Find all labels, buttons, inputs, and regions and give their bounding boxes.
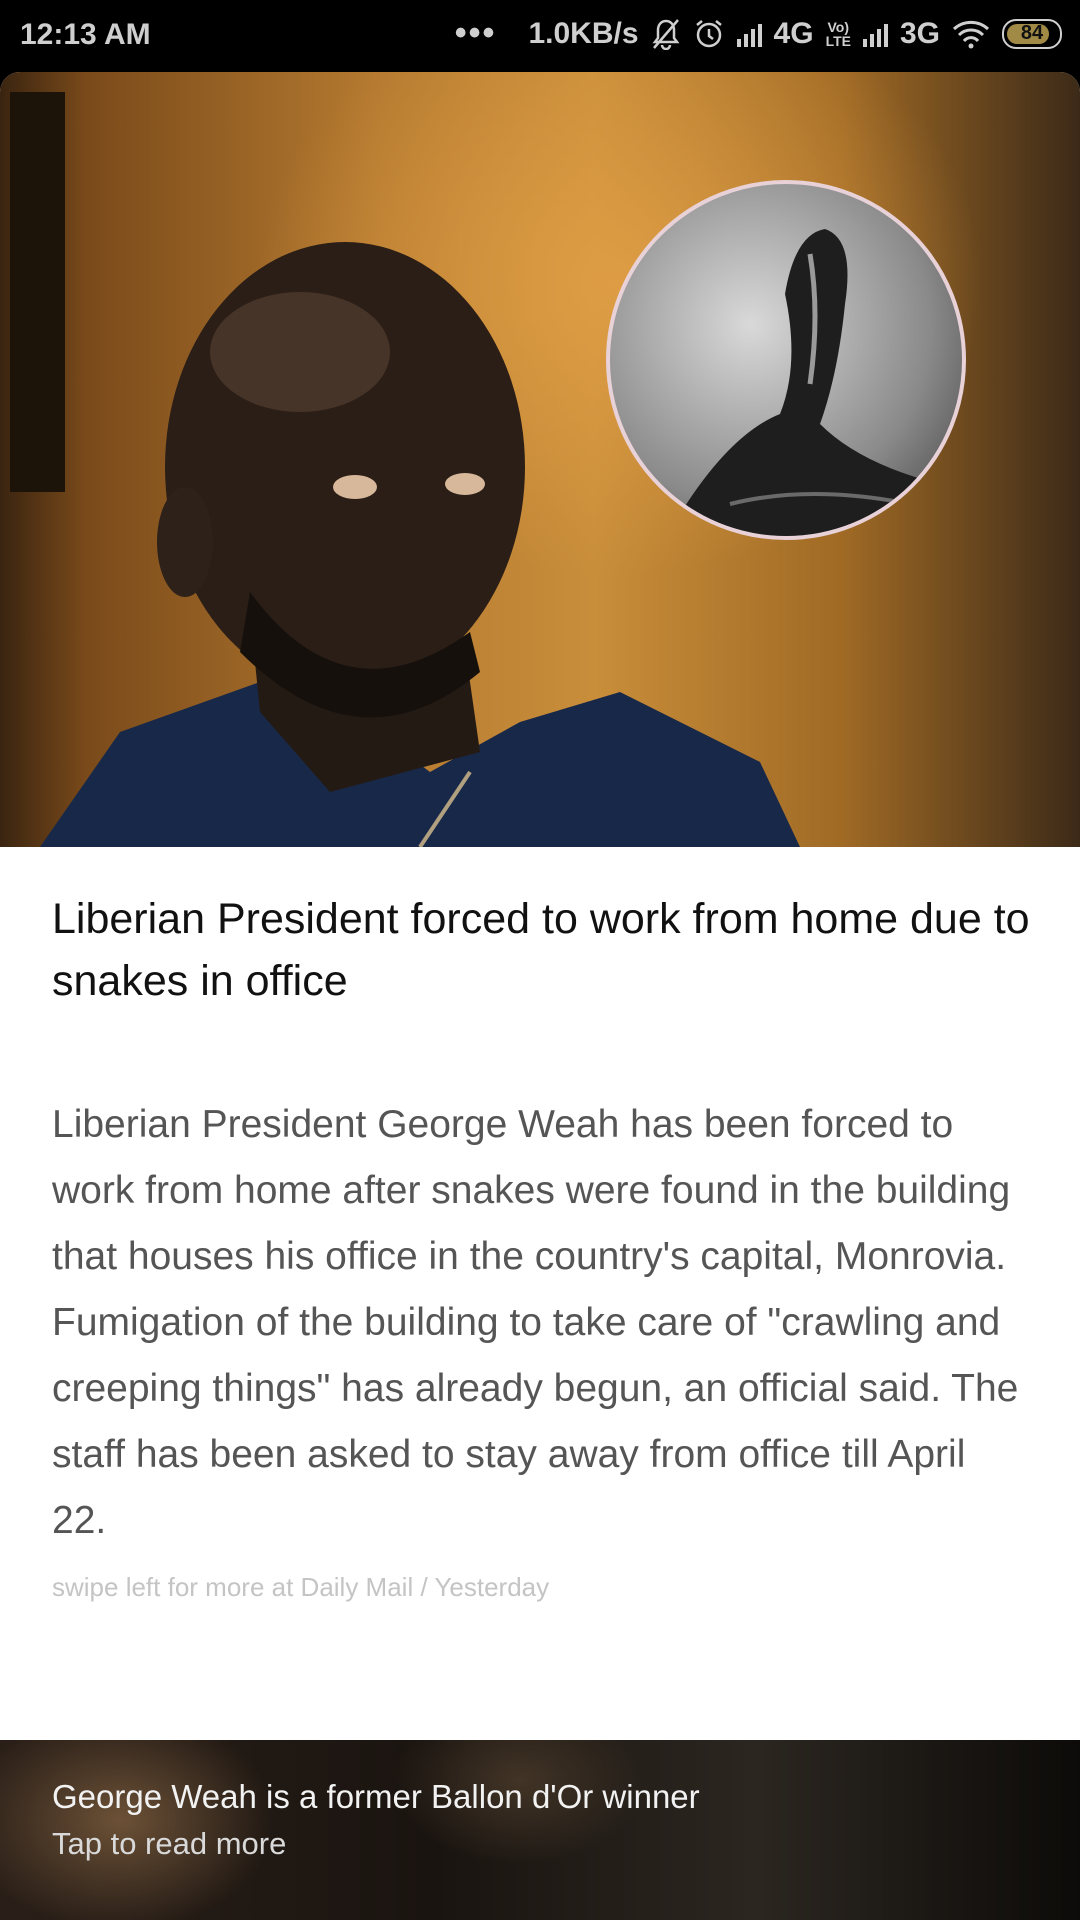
network-type-2: 3G <box>899 16 940 50</box>
banner-title: George Weah is a former Ballon d'Or winn… <box>52 1778 700 1815</box>
status-time: 12:13 AM <box>20 18 151 51</box>
battery-level: 84 <box>1020 22 1044 44</box>
network-type-1: 4G <box>773 16 814 50</box>
banner-subtitle: Tap to read more <box>52 1826 287 1861</box>
snake-icon <box>670 229 962 536</box>
source-separator: / <box>413 1572 435 1602</box>
hero-image[interactable] <box>0 72 1080 847</box>
mute-bell-icon <box>651 18 681 50</box>
signal-icon <box>862 21 888 47</box>
battery-icon: 84 <box>1002 18 1062 49</box>
volte-icon: Vo) LTE <box>825 18 851 49</box>
alarm-icon <box>693 18 725 50</box>
status-bar: 12:13 AM ••• 1.0KB/s 4G Vo) LTE 3G 84 <box>0 0 1080 72</box>
source-text: swipe left for more at Daily Mail <box>52 1572 414 1602</box>
network-speed: 1.0KB/s <box>528 16 639 50</box>
more-notifications-icon: ••• <box>454 14 497 52</box>
status-icons: ••• 1.0KB/s 4G Vo) LTE 3G 84 <box>455 14 1062 53</box>
snake-inset-image <box>606 180 966 540</box>
news-card[interactable]: Liberian President forced to work from h… <box>0 72 1080 1920</box>
article-source[interactable]: swipe left for more at Daily Mail / Yest… <box>52 1572 549 1603</box>
source-time: Yesterday <box>434 1572 550 1602</box>
signal-icon <box>736 21 762 47</box>
read-more-banner[interactable]: George Weah is a former Ballon d'Or winn… <box>0 1740 1080 1920</box>
article-summary: Liberian President George Weah has been … <box>52 1103 1019 1542</box>
wifi-icon <box>952 19 990 49</box>
article-headline: Liberian President forced to work from h… <box>52 895 1030 1005</box>
